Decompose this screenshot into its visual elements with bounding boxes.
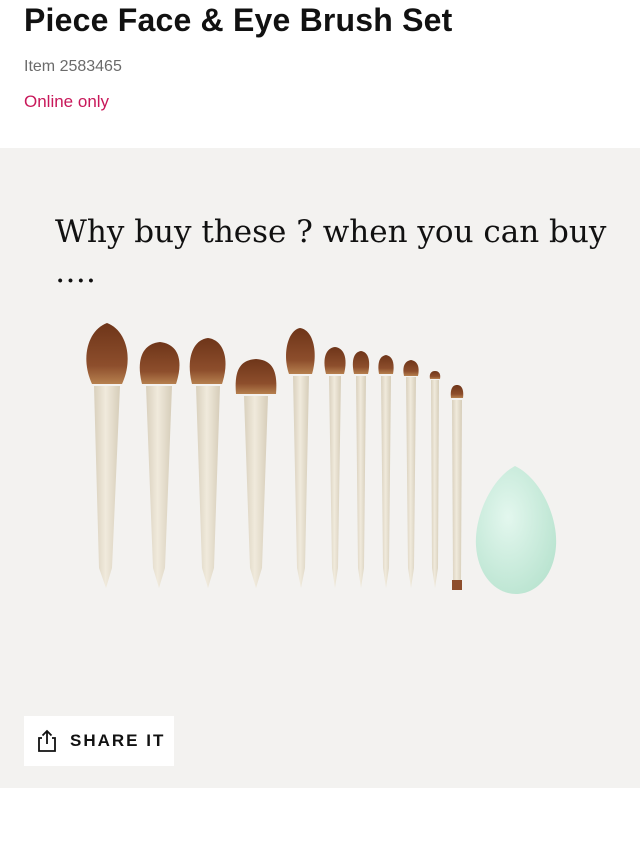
brush-9 <box>403 360 419 588</box>
hero-caption: Why buy these ? when you can buy …. <box>55 214 607 290</box>
brush-1 <box>86 323 128 588</box>
brush-6 <box>324 347 346 588</box>
product-header: Piece Face & Eye Brush Set Item 2583465 … <box>0 0 640 148</box>
brush-11 <box>450 385 464 590</box>
item-number: Item 2583465 <box>24 58 122 75</box>
share-label: SHARE IT <box>70 731 166 750</box>
brush-5 <box>286 328 315 588</box>
brush-2 <box>139 342 180 588</box>
brush-8 <box>378 355 394 588</box>
product-image: Why buy these ? when you can buy …. <box>0 148 640 788</box>
brush-4 <box>235 359 277 588</box>
brush-3 <box>189 338 226 588</box>
brush-10 <box>429 371 441 588</box>
share-icon <box>36 729 58 753</box>
brush-7 <box>352 351 370 588</box>
share-button[interactable]: SHARE IT <box>24 716 174 766</box>
footer-area <box>0 788 640 853</box>
makeup-sponge <box>475 466 557 594</box>
availability-label: Online only <box>24 92 110 111</box>
product-title: Piece Face & Eye Brush Set <box>24 2 453 38</box>
